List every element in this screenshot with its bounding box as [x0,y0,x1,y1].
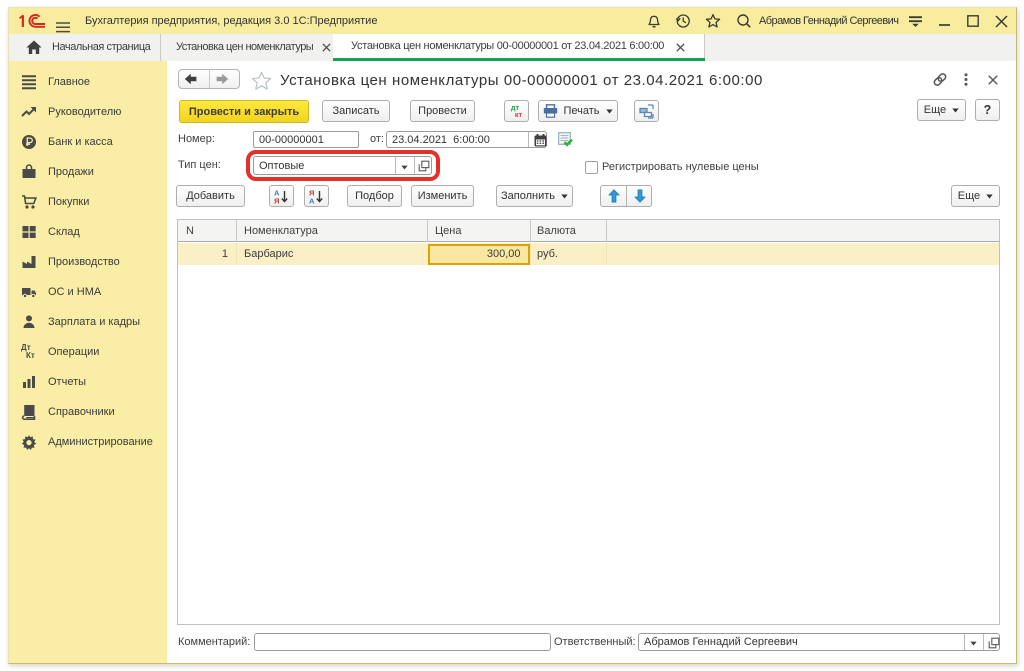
svg-text:А: А [309,196,315,204]
svg-text:Я: Я [274,196,279,204]
